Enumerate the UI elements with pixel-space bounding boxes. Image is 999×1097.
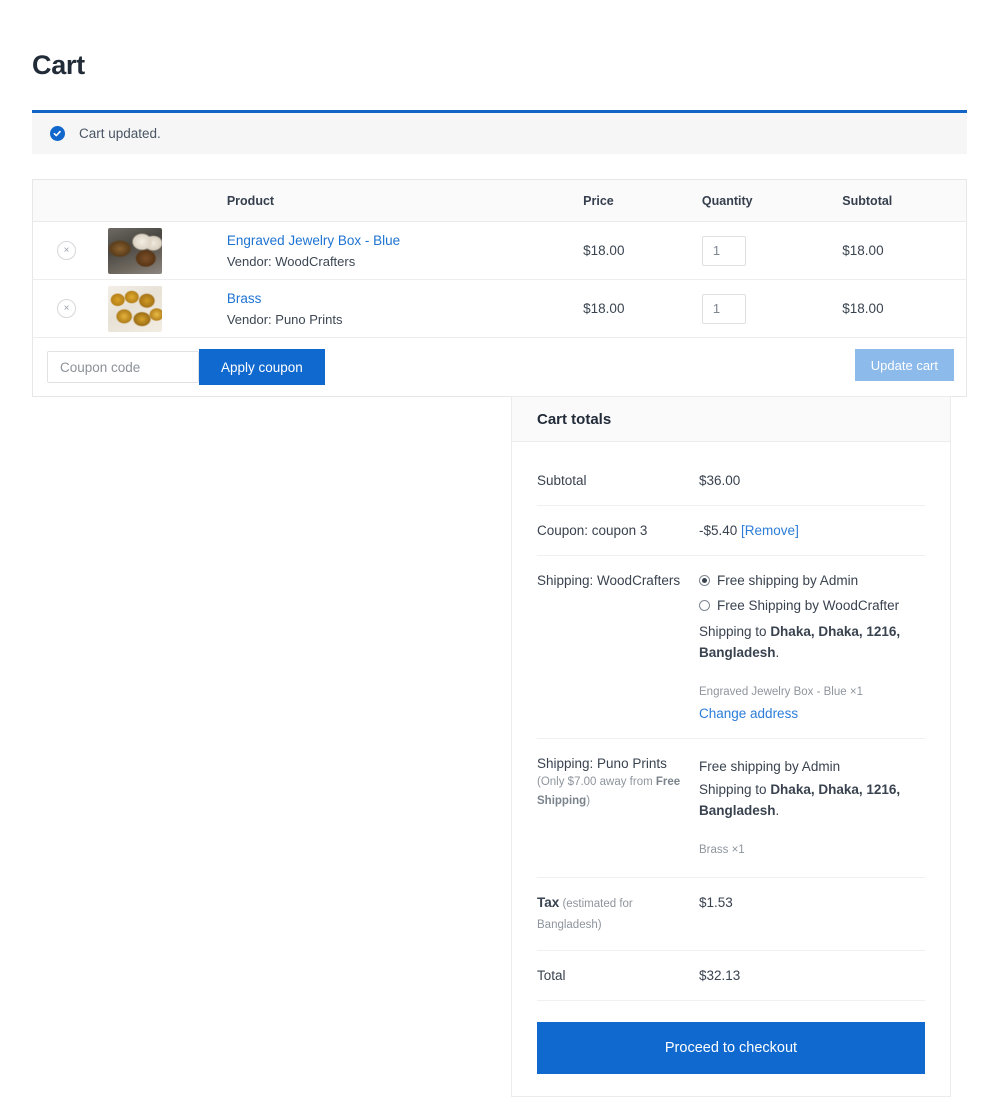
total-label: Total xyxy=(537,966,699,985)
remove-item-icon[interactable]: × xyxy=(57,299,76,318)
total-value: $32.13 xyxy=(699,966,925,985)
shipping-item-list: Brass ×1 xyxy=(699,841,925,860)
shipping-puno-prints-row: Shipping: Puno Prints (Only $7.00 away f… xyxy=(537,739,925,878)
subtotal-value: $36.00 xyxy=(699,471,925,490)
quantity-input[interactable] xyxy=(702,236,746,266)
column-header-thumbnail xyxy=(108,180,227,222)
table-header-row: Product Price Quantity Subtotal xyxy=(33,180,967,222)
product-vendor: Vendor: Puno Prints xyxy=(227,310,583,329)
notice-message: Cart updated. xyxy=(79,126,161,141)
shipping-to-prefix: Shipping to xyxy=(699,624,770,639)
column-header-product: Product xyxy=(227,180,583,222)
cart-page: Cart Cart updated. Product Price Quantit… xyxy=(0,0,999,1024)
radio-selected-icon[interactable] xyxy=(699,575,710,586)
shipping-puno-title: Shipping: Puno Prints xyxy=(537,754,699,773)
coupon-value-cell: -$5.40 [Remove] xyxy=(699,521,925,540)
product-thumbnail[interactable] xyxy=(108,286,162,332)
coupon-cell: Apply coupon Update cart xyxy=(33,338,967,397)
proceed-to-checkout-button[interactable]: Proceed to checkout xyxy=(537,1022,925,1074)
shipping-puno-method: Free shipping by Admin xyxy=(699,756,925,777)
column-header-remove xyxy=(33,180,109,222)
shipping-puno-label: Shipping: Puno Prints (Only $7.00 away f… xyxy=(537,754,699,811)
tax-label: Tax (estimated for Bangladesh) xyxy=(537,893,699,935)
change-address-link[interactable]: Change address xyxy=(699,706,798,721)
product-name-link[interactable]: Engraved Jewelry Box - Blue xyxy=(227,231,583,250)
shipping-option-free-admin[interactable]: Free shipping by Admin xyxy=(699,571,925,590)
shipping-item-list: Engraved Jewelry Box - Blue ×1 xyxy=(699,683,925,702)
shipping-puno-items-block: Brass ×1 xyxy=(699,841,925,860)
product-thumbnail[interactable] xyxy=(108,228,162,274)
cart-totals-panel: Cart totals Subtotal $36.00 Coupon: coup… xyxy=(511,396,951,1097)
cart-totals-body: Subtotal $36.00 Coupon: coupon 3 -$5.40 … xyxy=(512,442,950,1096)
product-vendor: Vendor: WoodCrafters xyxy=(227,252,583,271)
tax-row: Tax (estimated for Bangladesh) $1.53 xyxy=(537,878,925,951)
apply-coupon-button[interactable]: Apply coupon xyxy=(199,349,325,385)
column-header-quantity: Quantity xyxy=(702,180,842,222)
coupon-row: Apply coupon Update cart xyxy=(33,338,967,397)
shipping-woodcrafters-row: Shipping: WoodCrafters Free shipping by … xyxy=(537,556,925,739)
note-suffix: ) xyxy=(586,795,590,807)
note-prefix: (Only $7.00 away from xyxy=(537,776,656,788)
tax-label-bold: Tax xyxy=(537,895,559,910)
shipping-items-block: Engraved Jewelry Box - Blue ×1 Change ad… xyxy=(699,683,925,723)
free-shipping-note: (Only $7.00 away from Free Shipping) xyxy=(537,773,699,811)
table-row: × Engraved Jewelry Box - Blue Vendor: Wo… xyxy=(33,222,967,280)
shipping-option-label: Free Shipping by WoodCrafter xyxy=(717,596,899,615)
shipping-woodcrafters-value: Free shipping by Admin Free Shipping by … xyxy=(699,571,925,723)
total-row: Total $32.13 xyxy=(537,951,925,1001)
remove-item-icon[interactable]: × xyxy=(57,241,76,260)
shipping-puno-value: Free shipping by Admin Shipping to Dhaka… xyxy=(699,754,925,862)
coupon-input[interactable] xyxy=(47,351,199,383)
shipping-to-suffix: . xyxy=(776,645,780,660)
coupon-discount-value: -$5.40 xyxy=(699,523,737,538)
column-header-price: Price xyxy=(583,180,702,222)
subtotal-cell: $18.00 xyxy=(842,222,966,280)
cart-updated-notice: Cart updated. xyxy=(32,110,967,154)
table-row: × Brass Vendor: Puno Prints $18.00 $18.0… xyxy=(33,280,967,338)
check-circle-icon xyxy=(50,126,65,141)
shipping-woodcrafters-label: Shipping: WoodCrafters xyxy=(537,571,699,590)
checkout-wrapper: Proceed to checkout xyxy=(537,1001,925,1074)
shipping-option-label: Free shipping by Admin xyxy=(717,571,858,590)
shipping-to-prefix: Shipping to xyxy=(699,782,770,797)
subtotal-label: Subtotal xyxy=(537,471,699,490)
quantity-cell xyxy=(702,280,842,338)
shipping-to-suffix: . xyxy=(776,803,780,818)
quantity-cell xyxy=(702,222,842,280)
remove-cell: × xyxy=(33,280,109,338)
page-title: Cart xyxy=(32,0,967,82)
thumbnail-cell xyxy=(108,222,227,280)
cart-totals-header: Cart totals xyxy=(512,397,950,442)
price-cell: $18.00 xyxy=(583,280,702,338)
price-cell: $18.00 xyxy=(583,222,702,280)
subtotal-row: Subtotal $36.00 xyxy=(537,455,925,506)
shipping-option-free-woodcrafter[interactable]: Free Shipping by WoodCrafter xyxy=(699,596,925,615)
update-cart-button[interactable]: Update cart xyxy=(855,349,954,381)
tax-value: $1.53 xyxy=(699,893,925,912)
coupon-discount-row: Coupon: coupon 3 -$5.40 [Remove] xyxy=(537,506,925,556)
quantity-input[interactable] xyxy=(702,294,746,324)
shipping-address-line: Shipping to Dhaka, Dhaka, 1216, Banglade… xyxy=(699,621,925,663)
subtotal-cell: $18.00 xyxy=(842,280,966,338)
product-cell: Brass Vendor: Puno Prints xyxy=(227,280,583,338)
cart-totals-heading: Cart totals xyxy=(537,411,611,428)
remove-cell: × xyxy=(33,222,109,280)
coupon-label: Coupon: coupon 3 xyxy=(537,521,699,540)
thumbnail-cell xyxy=(108,280,227,338)
product-name-link[interactable]: Brass xyxy=(227,289,583,308)
shipping-puno-address-line: Shipping to Dhaka, Dhaka, 1216, Banglade… xyxy=(699,779,925,821)
cart-table: Product Price Quantity Subtotal × Engrav… xyxy=(32,179,967,397)
remove-coupon-link[interactable]: [Remove] xyxy=(741,523,799,538)
radio-unselected-icon[interactable] xyxy=(699,600,710,611)
column-header-subtotal: Subtotal xyxy=(842,180,966,222)
product-cell: Engraved Jewelry Box - Blue Vendor: Wood… xyxy=(227,222,583,280)
